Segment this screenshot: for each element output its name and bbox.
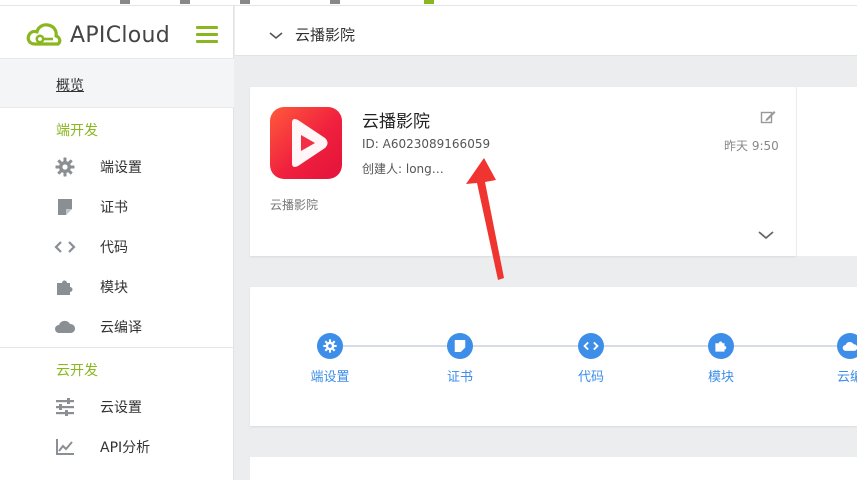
- page-header: 云播影院: [235, 6, 857, 56]
- code-icon: [54, 236, 76, 258]
- chevron-down-icon[interactable]: [758, 225, 774, 244]
- app-updated-time: 昨天 9:50: [724, 139, 779, 153]
- puzzle-icon: [54, 276, 76, 298]
- sidebar-item-client-settings[interactable]: 端设置: [0, 147, 234, 187]
- steps-card: 端设置 证书 代码 模块 云编: [250, 287, 857, 426]
- sidebar: APICloud 概览 端开发 端设置 证书 代码 模块 云编译 云开发 云设置…: [0, 6, 234, 480]
- sidebar-item-overview[interactable]: 概览: [0, 58, 234, 108]
- hamburger-bar: [196, 40, 218, 43]
- sidebar-item-api-analysis[interactable]: API分析: [0, 427, 234, 467]
- app-name: 云播影院: [362, 112, 430, 132]
- logo[interactable]: APICloud: [26, 20, 170, 50]
- sidebar-item-certificate[interactable]: 证书: [0, 187, 234, 227]
- chart-icon: [54, 436, 76, 458]
- sidebar-item-label: 云编译: [100, 320, 142, 336]
- puzzle-icon: [708, 333, 734, 359]
- edit-icon[interactable]: [760, 109, 776, 129]
- gear-icon: [317, 333, 343, 359]
- step-certificate[interactable]: 证书: [420, 333, 500, 385]
- app-id: ID: A6023089166059: [362, 137, 491, 151]
- app-subtitle: 云播影院: [270, 198, 319, 212]
- apicloud-logo-icon: [26, 23, 62, 46]
- gear-icon: [54, 156, 76, 178]
- step-cloud-compile[interactable]: 云编: [810, 333, 857, 385]
- step-label: 证书: [446, 370, 473, 385]
- step-label: 端设置: [310, 370, 350, 385]
- cloud-icon: [837, 333, 857, 359]
- sidebar-item-cloud-settings[interactable]: 云设置: [0, 387, 234, 427]
- hamburger-bar: [196, 26, 218, 29]
- step-modules[interactable]: 模块: [681, 333, 761, 385]
- step-label: 代码: [577, 370, 604, 385]
- sidebar-item-modules[interactable]: 模块: [0, 267, 234, 307]
- app-icon: [270, 107, 342, 179]
- sidebar-item-label: 模块: [100, 280, 128, 296]
- sidebar-item-label: 代码: [100, 240, 128, 256]
- step-label: 云编: [836, 370, 857, 385]
- certificate-icon: [447, 333, 473, 359]
- sidebar-item-cloud-compile[interactable]: 云编译: [0, 307, 234, 347]
- sidebar-divider: [0, 347, 234, 348]
- bottom-card: [250, 457, 857, 480]
- sliders-icon: [54, 396, 76, 418]
- app-creator: 创建人: long…: [362, 162, 444, 176]
- page-title: 云播影院: [295, 26, 356, 44]
- sidebar-item-label: 证书: [100, 200, 128, 216]
- logo-text: APICloud: [70, 22, 171, 48]
- step-client-settings[interactable]: 端设置: [290, 333, 370, 385]
- app-card-next[interactable]: [796, 87, 857, 256]
- top-tick: [240, 0, 250, 4]
- code-icon: [578, 333, 604, 359]
- app-card[interactable]: 云播影院 ID: A6023089166059 创建人: long… 云播影院 …: [250, 87, 796, 256]
- sidebar-item-label: 概览: [56, 78, 84, 94]
- top-tick: [330, 0, 340, 4]
- sidebar-item-code[interactable]: 代码: [0, 227, 234, 267]
- step-code[interactable]: 代码: [551, 333, 631, 385]
- cloud-icon: [54, 316, 76, 338]
- certificate-icon: [54, 196, 76, 218]
- sidebar-item-label: 云设置: [100, 400, 142, 416]
- sidebar-item-label: API分析: [100, 440, 151, 456]
- menu-toggle-button[interactable]: [196, 26, 218, 44]
- section-title-cloud-dev: 云开发: [56, 363, 98, 379]
- sidebar-item-label: 端设置: [100, 160, 142, 176]
- hamburger-bar: [196, 33, 218, 36]
- annotation-arrow: [466, 158, 504, 280]
- top-tick: [120, 0, 130, 4]
- section-title-client-dev: 端开发: [56, 123, 98, 139]
- chevron-down-icon[interactable]: [269, 25, 283, 44]
- top-tick: [180, 0, 190, 4]
- step-label: 模块: [707, 370, 734, 385]
- top-tick: [424, 0, 434, 4]
